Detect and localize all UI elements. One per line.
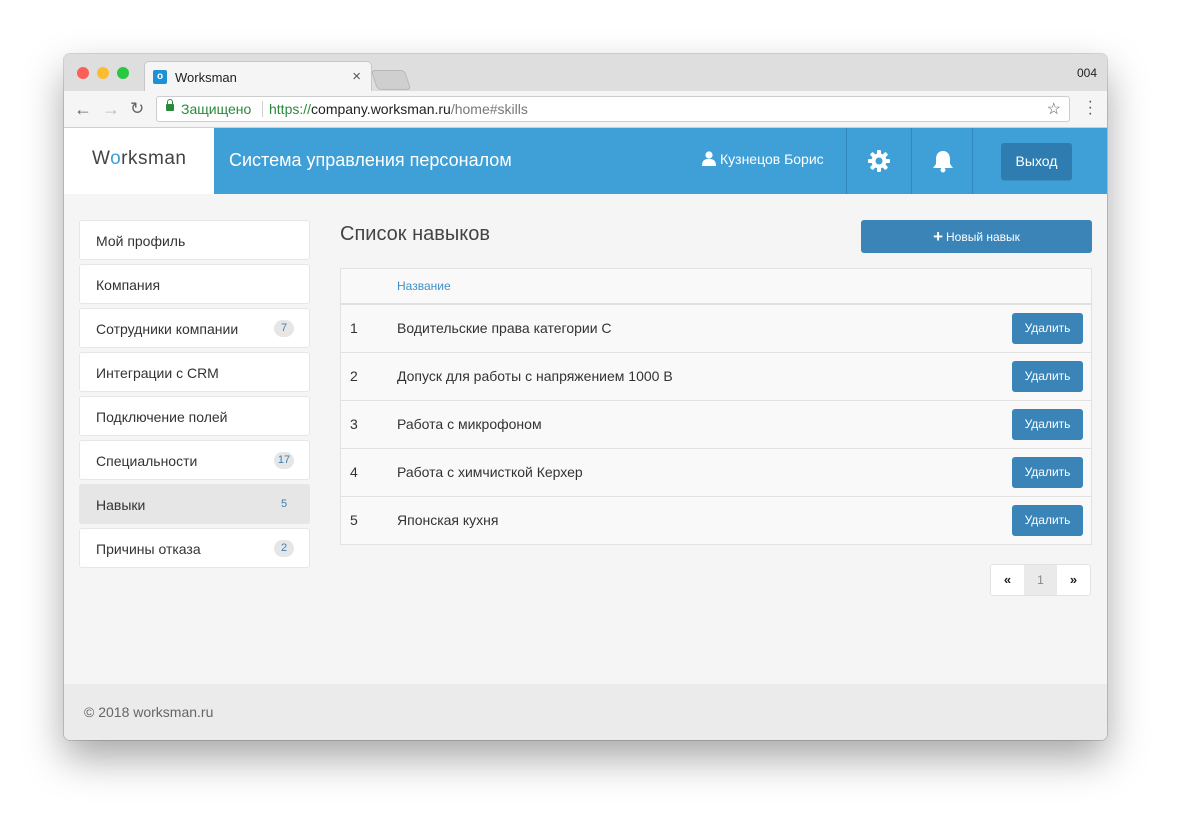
table-row: 2 Допуск для работы с напряжением 1000 В У… — [341, 353, 1091, 401]
table-row: 5 Японская кухня Удалить — [341, 497, 1091, 544]
sidebar-item[interactable]: Причины отказа 2 — [79, 528, 310, 568]
address-bar[interactable]: Защищено https://company.worksman.ru/hom… — [156, 96, 1070, 122]
maximize-window-button[interactable] — [117, 67, 129, 79]
bookmark-star-icon[interactable]: ☆ — [1047, 99, 1061, 119]
tab-strip: o Worksman × 004 — [64, 54, 1107, 91]
logout-button[interactable]: Выход — [1001, 143, 1072, 180]
copyright-text: © 2018 worksman.ru — [84, 704, 214, 720]
worksman-logo[interactable]: Worksman — [92, 148, 186, 170]
logo-part: W — [92, 148, 111, 169]
browser-menu-icon[interactable]: · · · — [1088, 94, 1093, 122]
app-header: Worksman Система управления персоналом К… — [64, 128, 1107, 194]
sidebar-item-label: Компания — [96, 277, 161, 293]
user-name: Кузнецов Борис — [720, 151, 824, 167]
header-divider — [972, 128, 973, 194]
row-number: 2 — [350, 368, 358, 384]
table-row: 3 Работа с микрофоном Удалить — [341, 401, 1091, 449]
sidebar-item-label: Подключение полей — [96, 409, 228, 425]
reload-icon[interactable]: ↻ — [130, 99, 144, 119]
logo-slant — [184, 128, 214, 194]
plus-icon: + — [933, 227, 943, 246]
user-profile-link[interactable]: Кузнецов Борис — [702, 151, 824, 167]
delete-button[interactable]: Удалить — [1012, 313, 1083, 344]
table-header: Название — [341, 269, 1091, 305]
notifications-bell-icon[interactable] — [932, 149, 954, 178]
column-header-name[interactable]: Название — [397, 279, 451, 293]
row-number: 3 — [350, 416, 358, 432]
row-number: 5 — [350, 512, 358, 528]
new-skill-label: Новый навык — [946, 230, 1020, 244]
header-divider — [911, 128, 912, 194]
favicon-icon: o — [153, 70, 167, 84]
table-row: 4 Работа с химчисткой Керхер Удалить — [341, 449, 1091, 497]
pagination-next[interactable]: » — [1057, 565, 1090, 595]
url-text[interactable]: https://company.worksman.ru/home#skills — [269, 101, 528, 117]
skill-name: Допуск для работы с напряжением 1000 В — [397, 368, 673, 384]
sidebar-item[interactable]: Мой профиль — [79, 220, 310, 260]
pagination: « 1 » — [990, 564, 1091, 596]
sidebar-item[interactable]: Интеграции с CRM — [79, 352, 310, 392]
settings-gear-icon[interactable] — [867, 149, 891, 178]
skill-name: Работа с микрофоном — [397, 416, 542, 432]
count-badge: 2 — [274, 540, 294, 557]
sidebar-item-label: Причины отказа — [96, 541, 201, 557]
logo-part: rksman — [121, 148, 187, 169]
browser-toolbar: ← → ↻ Защищено https://company.worksman.… — [64, 91, 1107, 128]
sidebar-item-label: Сотрудники компании — [96, 321, 239, 337]
address-divider — [262, 101, 263, 117]
sidebar-item-label: Навыки — [96, 497, 146, 513]
page-title: Список навыков — [340, 223, 490, 245]
skill-name: Водительские права категории С — [397, 320, 612, 336]
page-footer: © 2018 worksman.ru — [64, 684, 1107, 740]
delete-button[interactable]: Удалить — [1012, 505, 1083, 536]
secure-label: Защищено — [181, 101, 252, 117]
delete-button[interactable]: Удалить — [1012, 409, 1083, 440]
url-path: /home#skills — [450, 101, 528, 117]
row-number: 4 — [350, 464, 358, 480]
count-badge: 17 — [274, 452, 294, 469]
sidebar-item-label: Специальности — [96, 453, 198, 469]
table-body: 1 Водительские права категории С Удалить 2 Д… — [341, 305, 1091, 544]
sidebar-item[interactable]: Подключение полей — [79, 396, 310, 436]
forward-arrow-icon[interactable]: → — [102, 99, 120, 120]
pagination-current-page[interactable]: 1 — [1024, 565, 1057, 595]
lock-icon — [166, 99, 174, 111]
url-host: company.worksman.ru — [311, 101, 451, 117]
count-badge: 5 — [280, 498, 288, 510]
tab-close-icon[interactable]: × — [352, 68, 361, 85]
url-scheme: https:// — [269, 101, 312, 117]
skills-table: Название 1 Водительские права категории С… — [340, 268, 1092, 545]
row-number: 1 — [350, 320, 358, 336]
close-window-button[interactable] — [77, 67, 89, 79]
table-row: 1 Водительские права категории С Удалить — [341, 305, 1091, 353]
skill-name: Японская кухня — [397, 512, 499, 528]
new-skill-button[interactable]: + Новый навык — [861, 220, 1092, 253]
tab-title: Worksman — [175, 70, 237, 85]
logo-part: o — [110, 148, 122, 169]
delete-button[interactable]: Удалить — [1012, 361, 1083, 392]
new-tab-button[interactable] — [370, 70, 412, 90]
count-badge: 7 — [274, 320, 294, 337]
app-title: Система управления персоналом — [229, 150, 512, 170]
delete-button[interactable]: Удалить — [1012, 457, 1083, 488]
sidebar-item[interactable]: Навыки 5 — [79, 484, 310, 524]
back-arrow-icon[interactable]: ← — [74, 99, 92, 120]
user-icon — [702, 151, 716, 166]
sidebar-item[interactable]: Специальности 17 — [79, 440, 310, 480]
skill-name: Работа с химчисткой Керхер — [397, 464, 583, 480]
minimize-window-button[interactable] — [97, 67, 109, 79]
sidebar-item-label: Интеграции с CRM — [96, 365, 219, 381]
profile-label: 004 — [1076, 66, 1097, 80]
pagination-prev[interactable]: « — [991, 565, 1024, 595]
sidebar-item[interactable]: Компания — [79, 264, 310, 304]
browser-tab[interactable]: o Worksman × — [144, 61, 372, 91]
sidebar-nav: Мой профиль Компания Сотрудники компании 7 И… — [79, 220, 310, 572]
header-divider — [846, 128, 847, 194]
sidebar-item[interactable]: Сотрудники компании 7 — [79, 308, 310, 348]
browser-window: o Worksman × 004 ← → ↻ Защищено https://… — [64, 54, 1107, 740]
sidebar-item-label: Мой профиль — [96, 233, 186, 249]
